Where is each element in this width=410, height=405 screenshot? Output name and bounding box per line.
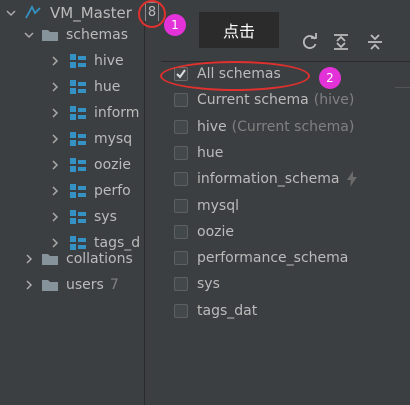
chevron-right-icon[interactable] bbox=[22, 278, 36, 292]
schemas-label: schemas bbox=[66, 27, 128, 43]
option-note: (Current schema) bbox=[231, 119, 355, 135]
schema-option[interactable]: hue bbox=[174, 142, 223, 164]
folder-icon bbox=[42, 30, 58, 41]
option-label: performance_schema bbox=[197, 250, 349, 266]
collapse-all-icon[interactable] bbox=[366, 33, 384, 51]
chevron-down-icon[interactable] bbox=[4, 6, 18, 20]
option-checkbox[interactable] bbox=[174, 172, 188, 186]
chevron-down-icon[interactable] bbox=[22, 28, 36, 42]
schema-option[interactable]: oozie bbox=[174, 221, 234, 243]
datasource-label: VM_Master bbox=[50, 4, 132, 22]
schema-option[interactable]: performance_schema bbox=[174, 247, 348, 269]
schema-label: inform bbox=[94, 105, 140, 121]
schema-icon bbox=[70, 106, 86, 120]
badge-highlight-ring bbox=[138, 0, 166, 28]
step-marker-2: 2 bbox=[319, 67, 341, 89]
schema-icon bbox=[70, 210, 86, 224]
chevron-right-icon[interactable] bbox=[48, 54, 62, 68]
option-note: (hive) bbox=[313, 92, 355, 108]
users-node[interactable]: users 7 bbox=[22, 272, 119, 298]
option-label: sys bbox=[197, 276, 220, 292]
all-schemas-highlight-ring bbox=[160, 61, 310, 91]
option-label: information_schema bbox=[197, 171, 340, 187]
schema-icon bbox=[70, 132, 86, 146]
chevron-right-icon[interactable] bbox=[22, 252, 36, 266]
expand-all-icon[interactable] bbox=[332, 33, 350, 51]
option-checkbox[interactable] bbox=[174, 199, 188, 213]
option-checkbox[interactable] bbox=[174, 251, 188, 265]
schema-option[interactable]: information_schema bbox=[174, 168, 358, 190]
schema-option[interactable]: mysql bbox=[174, 195, 239, 217]
schema-label: hue bbox=[94, 79, 121, 95]
option-checkbox[interactable] bbox=[174, 146, 188, 160]
datasource-icon bbox=[24, 5, 42, 21]
schema-option[interactable]: Current schema (hive) bbox=[174, 89, 354, 111]
schemas-node[interactable]: schemas bbox=[22, 22, 128, 48]
users-label: users bbox=[66, 277, 104, 293]
schema-icon bbox=[70, 184, 86, 198]
click-hint-tooltip: 点击 bbox=[199, 12, 279, 48]
schema-node[interactable]: hue bbox=[48, 74, 120, 100]
option-checkbox[interactable] bbox=[174, 120, 188, 134]
schema-icon bbox=[70, 54, 86, 68]
schema-label: oozie bbox=[94, 157, 131, 173]
schema-node[interactable]: mysq bbox=[48, 126, 132, 152]
schema-node[interactable]: sys bbox=[48, 204, 117, 230]
option-checkbox[interactable] bbox=[174, 277, 188, 291]
option-label: oozie bbox=[197, 224, 234, 240]
collations-node[interactable]: collations bbox=[22, 246, 133, 272]
schema-option[interactable]: hive (Current schema) bbox=[174, 116, 354, 138]
schema-label: perfo bbox=[94, 183, 131, 199]
chevron-right-icon[interactable] bbox=[48, 158, 62, 172]
users-count: 7 bbox=[109, 277, 119, 293]
option-label: Current schema bbox=[197, 92, 309, 108]
option-checkbox[interactable] bbox=[174, 304, 188, 318]
option-label: tags_dat bbox=[197, 303, 258, 319]
schema-icon bbox=[70, 80, 86, 94]
chevron-right-icon[interactable] bbox=[48, 132, 62, 146]
option-checkbox[interactable] bbox=[174, 93, 188, 107]
option-divider bbox=[395, 87, 410, 88]
folder-icon bbox=[42, 254, 58, 265]
option-label: hue bbox=[197, 145, 224, 161]
schema-node[interactable]: hive bbox=[48, 48, 124, 74]
lightning-icon bbox=[346, 171, 358, 187]
database-tree: VM_Master schemas hive hue inform mysq oozie… bbox=[0, 0, 145, 405]
step-marker-1: 1 bbox=[164, 14, 186, 36]
schema-node[interactable]: perfo bbox=[48, 178, 131, 204]
chevron-right-icon[interactable] bbox=[48, 210, 62, 224]
chevron-right-icon[interactable] bbox=[48, 80, 62, 94]
schema-option[interactable]: sys bbox=[174, 273, 220, 295]
refresh-icon[interactable] bbox=[301, 33, 319, 51]
schema-label: hive bbox=[94, 53, 124, 69]
schema-node[interactable]: oozie bbox=[48, 152, 131, 178]
chevron-right-icon[interactable] bbox=[48, 106, 62, 120]
schema-node[interactable]: inform bbox=[48, 100, 139, 126]
collations-label: collations bbox=[66, 251, 133, 267]
folder-icon bbox=[42, 280, 58, 291]
schema-label: sys bbox=[94, 209, 117, 225]
schema-option[interactable]: tags_dat bbox=[174, 300, 257, 322]
option-label: hive bbox=[197, 119, 227, 135]
option-checkbox[interactable] bbox=[174, 225, 188, 239]
chevron-right-icon[interactable] bbox=[48, 184, 62, 198]
schema-icon bbox=[70, 158, 86, 172]
schema-label: mysq bbox=[94, 131, 133, 147]
option-label: mysql bbox=[197, 198, 239, 214]
